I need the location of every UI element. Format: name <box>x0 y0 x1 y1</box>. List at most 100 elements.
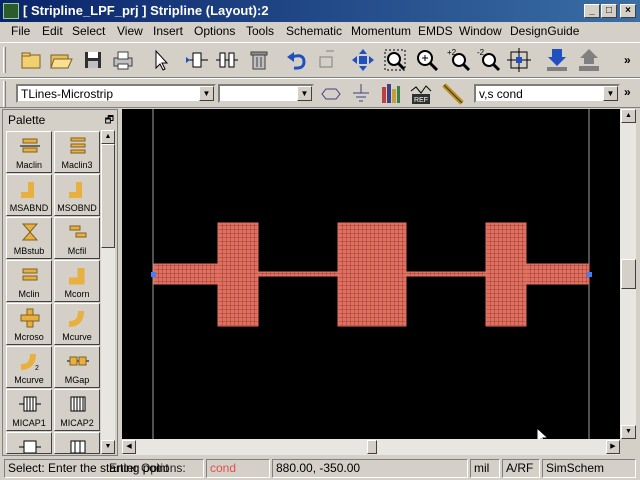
port-icon[interactable] <box>318 81 344 107</box>
svg-text:REF: REF <box>414 97 428 104</box>
palette-item-mbstub[interactable]: MBstub <box>6 217 52 259</box>
zoom-in-2x-icon[interactable]: +2 <box>446 47 472 73</box>
open-folder-icon[interactable] <box>48 47 74 73</box>
menu-designguide[interactable]: DesignGuide <box>510 24 579 38</box>
insert-port-icon[interactable] <box>184 47 210 73</box>
layer-combo-dropdown-icon[interactable]: ▼ <box>603 86 618 101</box>
status-coordinates: 880.00, -350.00 <box>272 459 468 478</box>
menu-window[interactable]: Window <box>459 24 502 38</box>
palette-item-mcurve[interactable]: Mcurve <box>54 303 100 345</box>
maximize-button[interactable]: □ <box>601 4 617 18</box>
palette-item-mcroso[interactable]: Mcroso <box>6 303 52 345</box>
ref-layout-icon[interactable]: REF <box>408 81 434 107</box>
palette-item-mcfil[interactable]: Mcfil <box>54 217 100 259</box>
zoom-out-icon[interactable]: -2 <box>476 47 502 73</box>
component-toolbar: TLines-Microstrip ▼ ▼ REF v,s cond ▼ » <box>0 78 640 108</box>
canvas-vscroll-thumb[interactable] <box>621 259 636 289</box>
menu-options[interactable]: Options <box>194 24 235 38</box>
palette-item-msabnd[interactable]: MSABND <box>6 174 52 216</box>
toolbar-grip[interactable] <box>3 47 6 73</box>
delete-icon[interactable] <box>246 47 272 73</box>
select-arrow-icon[interactable] <box>148 47 174 73</box>
palette-item-micap2[interactable]: MICAP2 <box>54 389 100 431</box>
palette-scroll-down-button[interactable]: ▼ <box>101 440 115 454</box>
palette-scroll-up-button[interactable]: ▲ <box>101 130 115 144</box>
push-into-icon[interactable] <box>544 47 570 73</box>
palette-item-mcurve2[interactable]: 2 Mcurve <box>6 346 52 388</box>
layer-combo[interactable]: v,s cond ▼ <box>474 84 620 103</box>
toolbar-more-button[interactable]: » <box>624 53 631 67</box>
zoom-in-icon[interactable] <box>414 47 440 73</box>
status-bar: Select: Enter the starting point Enter O… <box>0 457 640 480</box>
svg-text:2: 2 <box>35 365 39 372</box>
palette-item-mcorn[interactable]: Mcorn <box>54 260 100 302</box>
canvas-scroll-down-button[interactable]: ▼ <box>621 425 636 439</box>
palette-item-label: Maclin <box>15 160 42 170</box>
pop-out-icon[interactable] <box>576 47 602 73</box>
canvas-horizontal-scrollbar[interactable]: ◀ ▶ <box>122 439 620 455</box>
component-combo[interactable]: ▼ <box>218 84 314 103</box>
palette-item-maclin3[interactable]: Maclin3 <box>54 131 100 173</box>
status-mode: A/RF <box>502 459 540 478</box>
menu-view[interactable]: View <box>117 24 143 38</box>
layout-canvas[interactable] <box>122 109 620 447</box>
canvas-hscroll-thumb[interactable] <box>367 440 377 454</box>
palette-item-partial-2[interactable] <box>54 432 100 454</box>
palette-item-maclin[interactable]: Maclin <box>6 131 52 173</box>
undo-icon[interactable] <box>284 47 310 73</box>
app-icon[interactable] <box>3 3 19 19</box>
canvas-scroll-up-button[interactable]: ▲ <box>621 109 636 123</box>
port-pin-left <box>151 272 156 277</box>
window-title: [ Stripline_LPF_prj ] Stripline (Layout)… <box>23 3 269 18</box>
palette-item-partial[interactable] <box>6 432 52 454</box>
library-combo-dropdown-icon[interactable]: ▼ <box>199 86 214 101</box>
menu-momentum[interactable]: Momentum <box>351 24 411 38</box>
toolbar2-grip[interactable] <box>3 81 6 107</box>
palette-item-mgap[interactable]: MGap <box>54 346 100 388</box>
palette-item-mclin[interactable]: Mclin <box>6 260 52 302</box>
trace-pencil-icon[interactable] <box>440 81 466 107</box>
layout-drawing[interactable] <box>122 109 620 439</box>
save-icon[interactable] <box>80 47 106 73</box>
menu-select[interactable]: Select <box>72 24 105 38</box>
print-icon[interactable] <box>110 47 136 73</box>
palette-item-label: Mcorn <box>64 289 90 299</box>
palette-item-label: Mcurve <box>14 375 44 385</box>
menu-file[interactable]: File <box>11 24 30 38</box>
canvas-vertical-scrollbar[interactable]: ▲ ▼ <box>620 109 636 439</box>
palette-item-msobnd[interactable]: MSOBND <box>54 174 100 216</box>
port-pin-right <box>587 272 592 277</box>
canvas-scroll-left-button[interactable]: ◀ <box>122 440 136 454</box>
insert-component-icon[interactable] <box>214 47 240 73</box>
layers-icon[interactable] <box>378 81 404 107</box>
palette-item-label: Mcroso <box>14 332 44 342</box>
layer-combo-value: v,s cond <box>479 87 523 101</box>
menu-tools[interactable]: Tools <box>246 24 274 38</box>
minimize-button[interactable]: _ <box>584 4 600 18</box>
new-file-icon[interactable] <box>18 47 44 73</box>
toolbar2-more-button[interactable]: » <box>624 85 631 99</box>
title-bar[interactable]: [ Stripline_LPF_prj ] Stripline (Layout)… <box>0 0 640 22</box>
stub-section-3 <box>485 222 527 327</box>
pan-icon[interactable] <box>350 47 376 73</box>
component-combo-dropdown-icon[interactable]: ▼ <box>297 86 312 101</box>
zoom-fit-icon[interactable] <box>506 47 532 73</box>
menu-emds[interactable]: EMDS <box>418 24 453 38</box>
status-prompt: Select: Enter the starting point Enter O… <box>4 459 204 478</box>
palette-title: Palette <box>8 113 46 127</box>
menu-schematic[interactable]: Schematic <box>286 24 342 38</box>
palette-restore-icon[interactable]: 🗗 <box>105 113 114 130</box>
palette-item-label: MSABND <box>9 203 49 213</box>
ground-icon[interactable] <box>348 81 374 107</box>
canvas-scroll-right-button[interactable]: ▶ <box>606 440 620 454</box>
close-button[interactable]: × <box>620 4 636 18</box>
menu-insert[interactable]: Insert <box>153 24 183 38</box>
palette-item-micap1[interactable]: MICAP1 <box>6 389 52 431</box>
move-icon[interactable] <box>314 47 340 73</box>
palette-scrollbar[interactable]: ▲ ▼ <box>101 130 115 454</box>
library-combo[interactable]: TLines-Microstrip ▼ <box>16 84 216 103</box>
zoom-area-icon[interactable] <box>382 47 408 73</box>
high-impedance-line-1 <box>257 271 339 277</box>
palette-scroll-thumb[interactable] <box>101 144 115 248</box>
menu-edit[interactable]: Edit <box>42 24 63 38</box>
